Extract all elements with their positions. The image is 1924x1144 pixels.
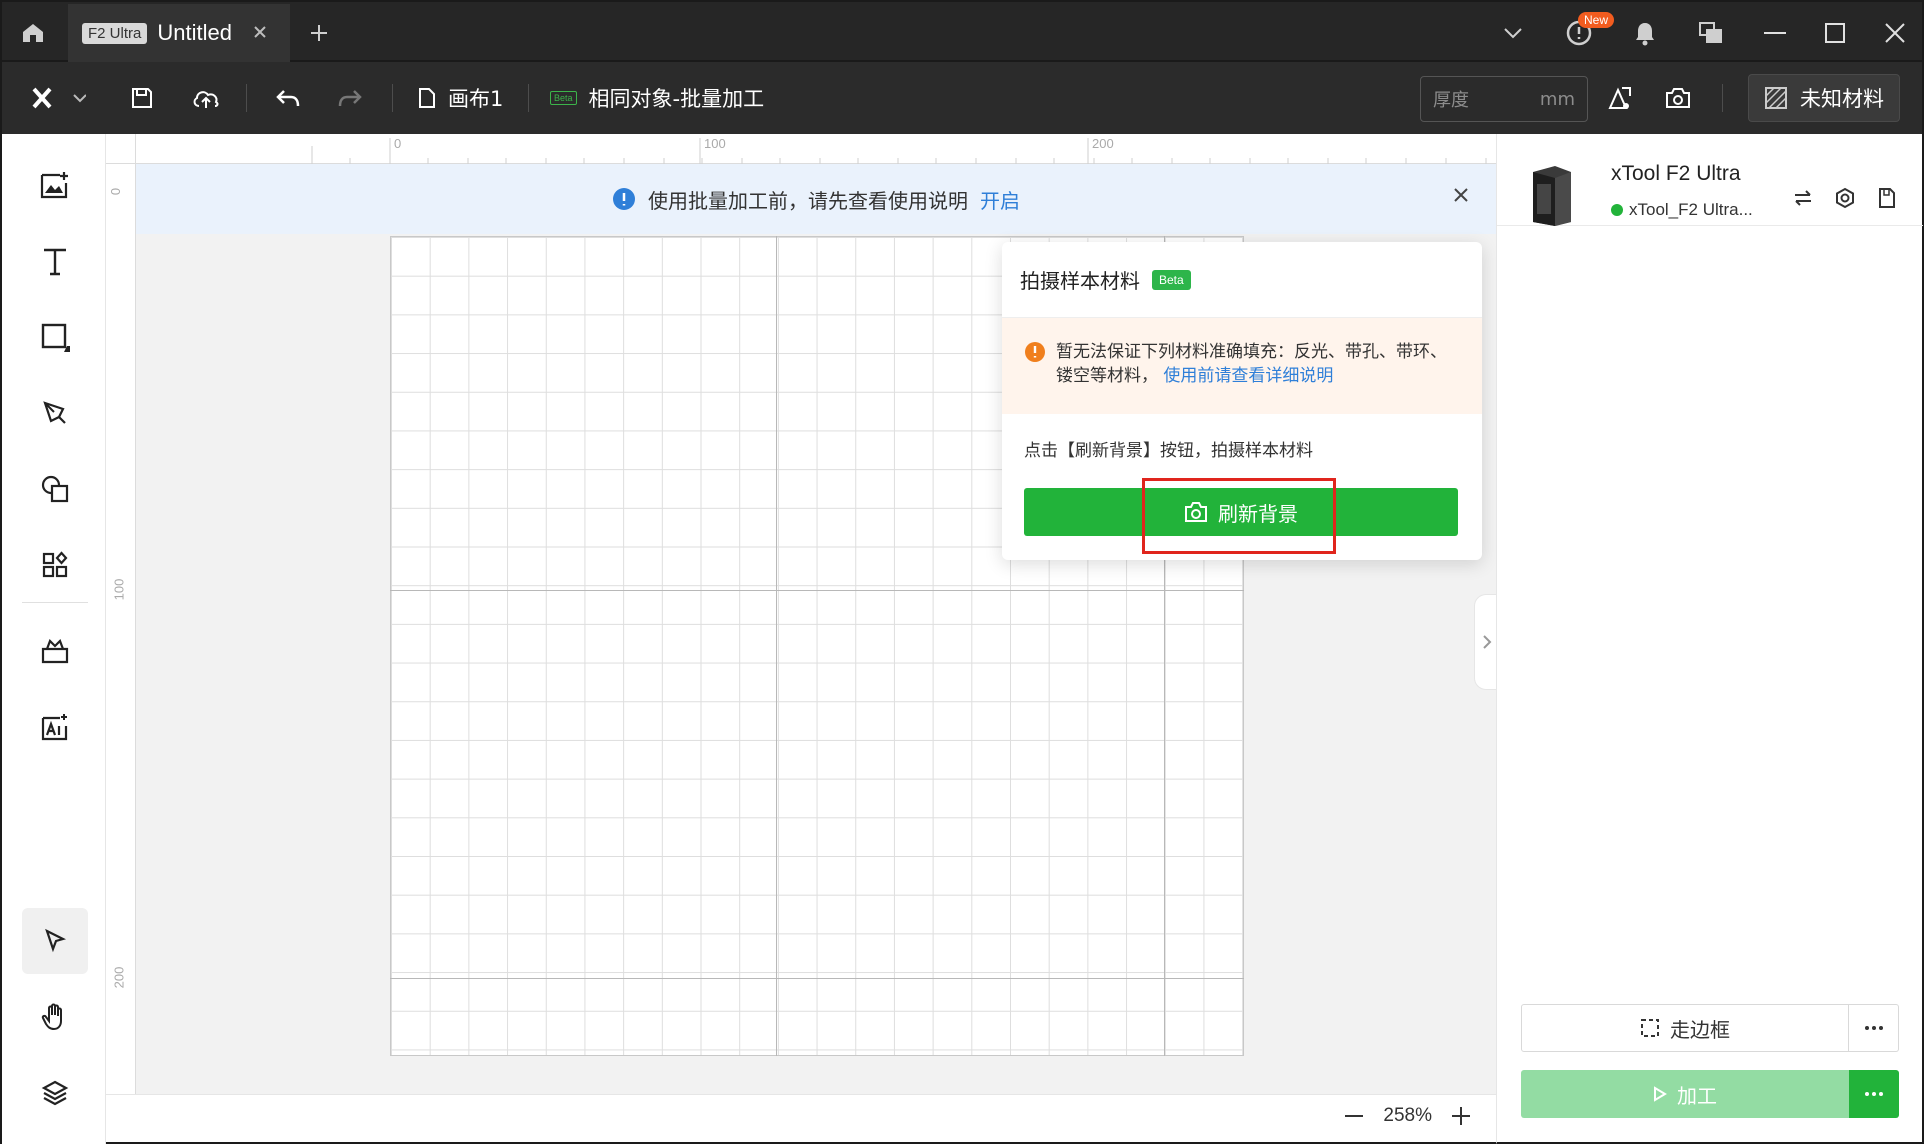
canvas-name-label: 画布1 bbox=[448, 87, 504, 111]
zoom-control: 258% bbox=[1345, 1105, 1470, 1127]
ruler-label: 200 bbox=[111, 966, 127, 989]
settings-icon[interactable] bbox=[1831, 184, 1859, 212]
select-tool-icon[interactable] bbox=[22, 908, 88, 974]
xtool-menu-button[interactable] bbox=[26, 80, 90, 116]
play-icon bbox=[1654, 1086, 1667, 1102]
document-icon[interactable] bbox=[1873, 184, 1901, 212]
device-card[interactable]: xTool F2 Ultra xTool_F2 Ultra... bbox=[1497, 134, 1923, 226]
ruler-label: 100 bbox=[704, 136, 726, 151]
title-bar: F2 Ultra Untitled New bbox=[0, 0, 1924, 62]
tab-title: Untitled bbox=[157, 20, 232, 45]
material-selector[interactable]: 未知材料 bbox=[1748, 74, 1900, 122]
close-icon[interactable] bbox=[252, 24, 268, 40]
status-bar: 258% bbox=[106, 1094, 1496, 1144]
thickness-unit: mm bbox=[1539, 88, 1575, 110]
text-tool-icon[interactable] bbox=[22, 228, 88, 294]
batch-info-banner: 使用批量加工前，请先查看使用说明 开启 bbox=[136, 164, 1496, 234]
undo-icon[interactable] bbox=[270, 80, 306, 116]
beta-badge: Beta bbox=[1152, 269, 1191, 290]
device-badge: F2 Ultra bbox=[82, 22, 148, 44]
batch-process-button[interactable]: Beta 相同对象-批量加工 bbox=[550, 80, 764, 116]
popup-hint: 点击【刷新背景】按钮，拍摄样本材料 bbox=[1024, 441, 1313, 461]
add-image-icon[interactable] bbox=[22, 152, 88, 218]
frame-button[interactable]: 走边框 bbox=[1521, 1004, 1849, 1052]
shape-tool-icon[interactable] bbox=[22, 304, 88, 370]
switch-device-icon[interactable] bbox=[1789, 184, 1817, 212]
frame-more-button[interactable] bbox=[1849, 1004, 1899, 1052]
components-icon[interactable] bbox=[22, 532, 88, 598]
banner-text: 使用批量加工前，请先查看使用说明 bbox=[648, 188, 968, 213]
device-connection-label: xTool_F2 Ultra... bbox=[1629, 200, 1753, 219]
chevron-down-icon[interactable] bbox=[1496, 16, 1530, 50]
layers-icon[interactable] bbox=[22, 1060, 88, 1126]
right-panel: xTool F2 Ultra xTool_F2 Ultra... 走边框 加工 bbox=[1496, 134, 1924, 1144]
device-status: xTool_F2 Ultra... bbox=[1611, 200, 1753, 220]
more-icon bbox=[1864, 1026, 1883, 1030]
panel-toggle[interactable] bbox=[1474, 594, 1498, 690]
autofocus-icon[interactable] bbox=[1602, 80, 1638, 116]
redo-icon[interactable] bbox=[332, 80, 368, 116]
info-icon bbox=[613, 188, 635, 210]
popup-warning: 暂无法保证下列材料准确填充：反光、带孔、带环、镂空等材料， 使用前请查看详细说明 bbox=[1002, 318, 1482, 414]
left-ruler: 0 100 200 bbox=[106, 164, 136, 1094]
minimize-icon[interactable] bbox=[1758, 16, 1792, 50]
warning-icon bbox=[1025, 342, 1045, 362]
ruler-label: 0 bbox=[394, 136, 402, 151]
zoom-level[interactable]: 258% bbox=[1383, 1105, 1432, 1127]
popup-title: 拍摄样本材料 bbox=[1020, 269, 1140, 293]
pen-tool-icon[interactable] bbox=[22, 380, 88, 446]
zoom-in-icon[interactable] bbox=[1452, 1107, 1470, 1125]
banner-open-link[interactable]: 开启 bbox=[980, 185, 1020, 214]
ruler-label: 100 bbox=[111, 578, 127, 601]
warning-details-link[interactable]: 使用前请查看详细说明 bbox=[1163, 366, 1333, 386]
camera-icon[interactable] bbox=[1660, 80, 1696, 116]
material-label: 未知材料 bbox=[1800, 87, 1884, 111]
beta-badge: Beta bbox=[550, 91, 577, 105]
close-window-icon[interactable] bbox=[1878, 16, 1912, 50]
zoom-out-icon[interactable] bbox=[1345, 1114, 1364, 1118]
device-image bbox=[1527, 164, 1577, 228]
document-tab[interactable]: F2 Ultra Untitled bbox=[68, 4, 290, 62]
thickness-input[interactable]: 厚度 mm bbox=[1420, 76, 1588, 122]
process-label: 加工 bbox=[1677, 1083, 1717, 1108]
elements-icon[interactable] bbox=[22, 456, 88, 522]
windows-icon[interactable] bbox=[1694, 16, 1728, 50]
home-icon[interactable] bbox=[16, 16, 50, 50]
projects-icon[interactable] bbox=[22, 618, 88, 684]
device-name: xTool F2 Ultra bbox=[1611, 162, 1741, 185]
new-badge: New bbox=[1578, 12, 1615, 28]
bell-icon[interactable] bbox=[1628, 16, 1662, 50]
batch-process-label: 相同对象-批量加工 bbox=[588, 87, 765, 111]
chevron-right-icon bbox=[1482, 635, 1491, 649]
canvas-selector[interactable]: 画布1 bbox=[418, 80, 503, 116]
new-tab-icon[interactable] bbox=[302, 16, 336, 50]
frame-label: 走边框 bbox=[1670, 1017, 1730, 1042]
ruler-label: 0 bbox=[108, 187, 124, 196]
close-icon[interactable] bbox=[1452, 186, 1470, 204]
main-toolbar: 画布1 Beta 相同对象-批量加工 厚度 mm 未知材料 bbox=[0, 62, 1924, 134]
online-status-dot bbox=[1611, 204, 1623, 216]
cloud-upload-icon[interactable] bbox=[186, 80, 226, 116]
thickness-placeholder: 厚度 bbox=[1433, 90, 1469, 111]
frame-icon bbox=[1641, 1019, 1659, 1037]
more-icon bbox=[1865, 1092, 1883, 1096]
left-toolbar bbox=[0, 134, 106, 1144]
material-icon bbox=[1765, 87, 1787, 109]
maximize-icon[interactable] bbox=[1818, 16, 1852, 50]
save-icon[interactable] bbox=[124, 80, 160, 116]
process-more-button[interactable] bbox=[1849, 1070, 1899, 1118]
hand-tool-icon[interactable] bbox=[22, 984, 88, 1050]
ruler-label: 200 bbox=[1092, 136, 1114, 151]
top-ruler: 0 100 200 bbox=[136, 134, 1496, 164]
highlight-box bbox=[1142, 478, 1336, 554]
file-icon bbox=[419, 88, 435, 108]
ai-tool-icon[interactable] bbox=[22, 694, 88, 760]
process-button[interactable]: 加工 bbox=[1521, 1070, 1849, 1118]
